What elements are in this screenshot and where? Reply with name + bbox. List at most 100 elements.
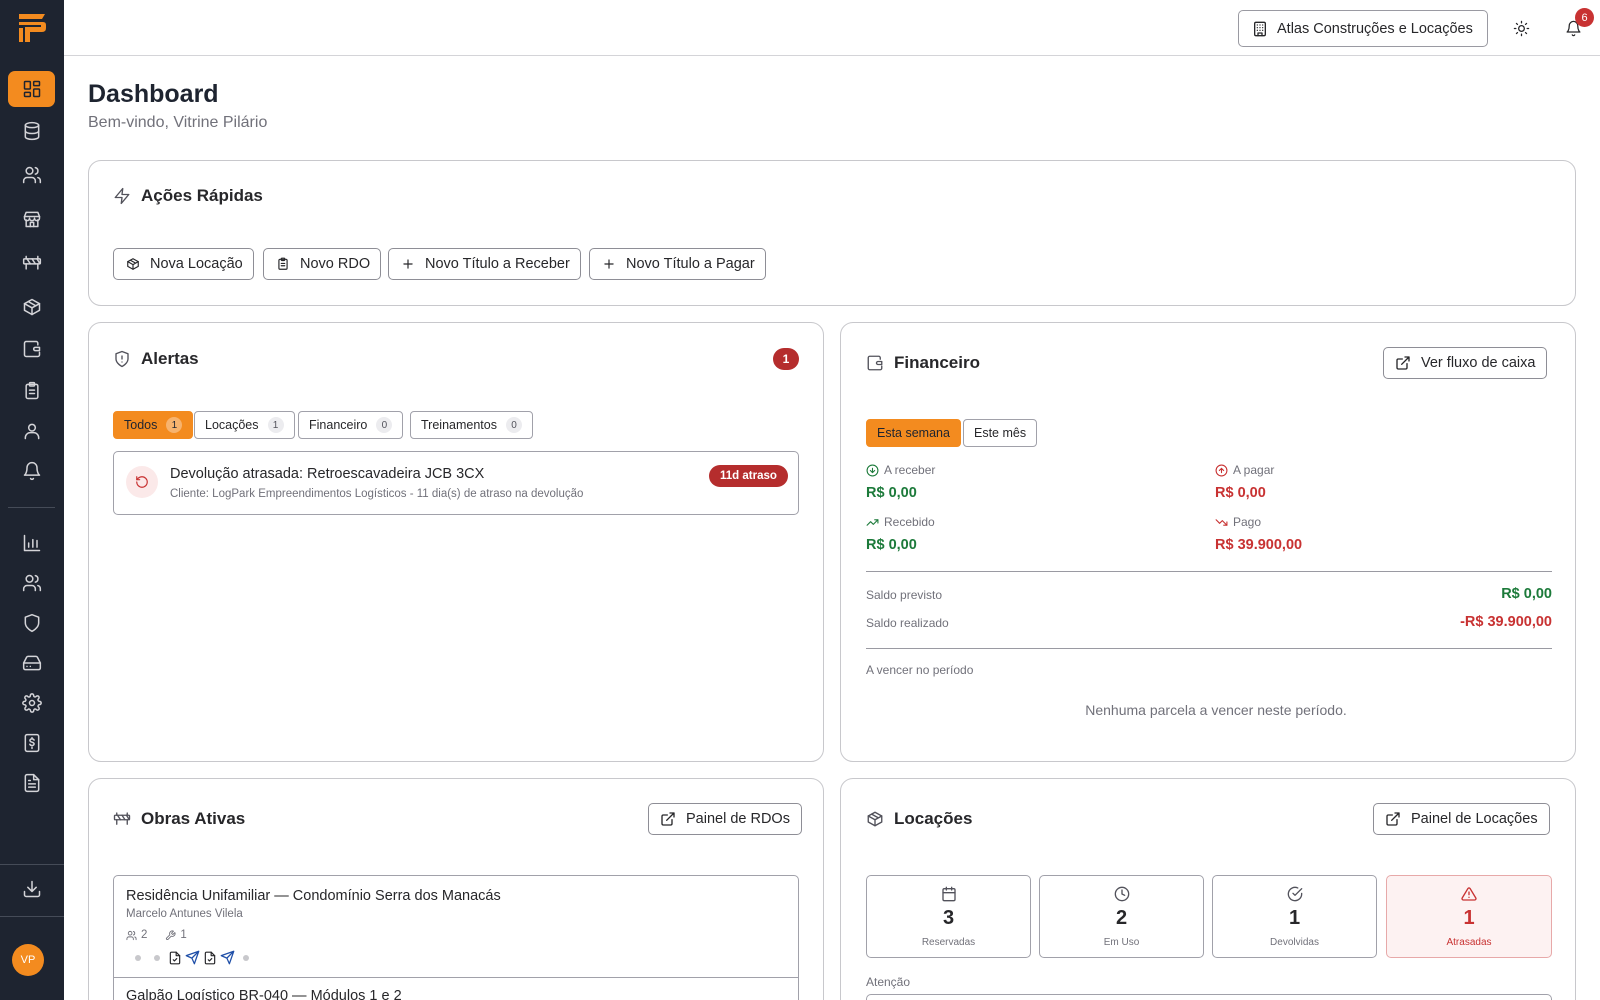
filter-financeiro[interactable]: Financeiro 0	[298, 411, 404, 439]
divider	[114, 977, 798, 978]
divider	[866, 571, 1552, 572]
stat-label: Devolvidas	[1270, 937, 1319, 948]
a-pagar-label: A pagar	[1215, 463, 1274, 477]
sidebar-item-store[interactable]	[8, 201, 55, 237]
sidebar-item-database[interactable]	[8, 113, 55, 149]
painel-locacoes-button[interactable]: Painel de Locações	[1373, 803, 1550, 835]
sidebar-item-wallet[interactable]	[8, 331, 55, 367]
stat-reservadas[interactable]: 3 Reservadas	[866, 875, 1031, 958]
theme-toggle-button[interactable]	[1509, 16, 1533, 40]
sidebar-item-clipboard[interactable]	[8, 373, 55, 409]
saldo-realizado-label: Saldo realizado	[866, 616, 949, 630]
painel-rdos-button[interactable]: Painel de RDOs	[648, 803, 802, 835]
cashflow-button[interactable]: Ver fluxo de caixa	[1383, 347, 1548, 379]
stat-label: Reservadas	[921, 937, 976, 948]
logo-icon[interactable]	[16, 11, 48, 45]
stat-value: 1	[1288, 907, 1301, 929]
finance-card	[840, 322, 1576, 762]
clock-icon	[1114, 886, 1129, 902]
pago-value: R$ 39.900,00	[1215, 537, 1303, 553]
timeline-dot	[154, 954, 160, 961]
alert-description: Cliente: LogPark Empreendimentos Logísti…	[170, 488, 584, 500]
external-link-icon	[1396, 356, 1410, 370]
alert-item[interactable]: Devolução atrasada: Retroescavadeira JCB…	[113, 451, 799, 515]
obra-title[interactable]: Residência Unifamiliar — Condomínio Serr…	[126, 888, 501, 904]
sidebar-item-reports[interactable]	[8, 525, 55, 561]
locacoes-title: Locações	[866, 809, 972, 829]
nova-locacao-button[interactable]: Nova Locação	[113, 248, 254, 280]
alerts-title: Alertas	[113, 349, 199, 369]
filter-locacoes[interactable]: Locações 1	[194, 411, 295, 439]
sidebar-item-storage[interactable]	[8, 645, 55, 681]
novo-rdo-button[interactable]: Novo RDO	[263, 248, 382, 280]
bar-chart-icon	[23, 534, 40, 552]
sidebar-avatar[interactable]: VP	[12, 944, 44, 976]
attention-label: Atenção	[866, 975, 911, 989]
filter-count: 1	[166, 417, 183, 433]
filter-todos[interactable]: Todos 1	[113, 411, 194, 439]
download-icon	[23, 880, 40, 898]
sidebar-divider	[8, 507, 55, 508]
external-link-icon	[1386, 812, 1400, 826]
bell-icon	[23, 461, 40, 481]
sidebar-item-packages[interactable]	[8, 289, 55, 325]
sidebar-item-invoices[interactable]	[8, 725, 55, 761]
file-check-icon[interactable]	[168, 951, 182, 965]
obra-title[interactable]: Galpão Logístico BR-040 — Módulos 1 e 2	[126, 988, 402, 1000]
filter-count: 1	[267, 417, 284, 433]
obra-equipment: 1	[180, 929, 187, 941]
clipboard-icon	[278, 257, 288, 270]
novo-titulo-receber-button[interactable]: Novo Título a Receber	[388, 248, 581, 280]
recebido-label: Recebido	[866, 515, 935, 529]
arrow-up-circle-icon	[1215, 464, 1228, 476]
trending-up-icon	[866, 518, 879, 526]
check-circle-icon	[1287, 886, 1302, 902]
stat-devolvidas[interactable]: 1 Devolvidas	[1212, 875, 1377, 958]
barrier-icon	[113, 812, 131, 825]
send-icon[interactable]	[185, 950, 200, 965]
package-icon	[127, 258, 139, 270]
company-selector-button[interactable]: Atlas Construções e Locações	[1238, 10, 1488, 47]
sidebar-item-team[interactable]	[8, 565, 55, 601]
filter-treinamentos[interactable]: Treinamentos 0	[410, 411, 533, 439]
sun-icon	[1513, 20, 1529, 36]
alert-triangle-icon	[1461, 887, 1477, 901]
sidebar-item-user[interactable]	[8, 413, 55, 449]
sidebar-item-settings[interactable]	[8, 685, 55, 721]
stat-atrasadas[interactable]: 1 Atrasadas	[1386, 875, 1552, 958]
sidebar-item-security[interactable]	[8, 605, 55, 641]
users-icon	[22, 574, 41, 592]
divider	[866, 648, 1552, 649]
filter-count: 0	[505, 417, 522, 433]
obras-list: Residência Unifamiliar — Condomínio Serr…	[113, 875, 799, 1000]
obra-meta: 2 1	[126, 929, 187, 941]
sidebar-item-users[interactable]	[8, 157, 55, 193]
timeline-dot	[243, 954, 249, 961]
a-receber-label: A receber	[866, 463, 935, 477]
a-pagar-value: R$ 0,00	[1215, 485, 1266, 501]
tab-esta-semana[interactable]: Esta semana	[866, 419, 961, 447]
stat-em-uso[interactable]: 2 Em Uso	[1039, 875, 1204, 958]
stat-value: 1	[1463, 907, 1475, 929]
file-text-icon	[24, 773, 39, 793]
gear-icon	[21, 693, 42, 713]
novo-titulo-pagar-button[interactable]: Novo Título a Pagar	[589, 248, 766, 280]
sidebar-item-download[interactable]	[8, 871, 55, 907]
package-icon	[867, 811, 883, 827]
sidebar-item-notifications[interactable]	[8, 453, 55, 489]
quick-actions-card	[88, 160, 1576, 306]
alerts-card	[88, 322, 824, 762]
zap-icon	[114, 187, 130, 205]
a-receber-value: R$ 0,00	[866, 485, 917, 501]
users-icon	[126, 930, 137, 940]
sidebar-item-documents[interactable]	[8, 765, 55, 801]
file-check-icon[interactable]	[203, 951, 217, 965]
saldo-previsto-value: R$ 0,00	[1501, 586, 1552, 602]
user-icon	[24, 423, 39, 440]
tab-este-mes[interactable]: Este mês	[963, 419, 1038, 447]
send-icon[interactable]	[220, 950, 235, 965]
database-icon	[24, 121, 39, 141]
sidebar-item-dashboard[interactable]	[8, 71, 55, 107]
plus-icon	[403, 259, 413, 269]
sidebar-item-construction[interactable]	[8, 245, 55, 281]
